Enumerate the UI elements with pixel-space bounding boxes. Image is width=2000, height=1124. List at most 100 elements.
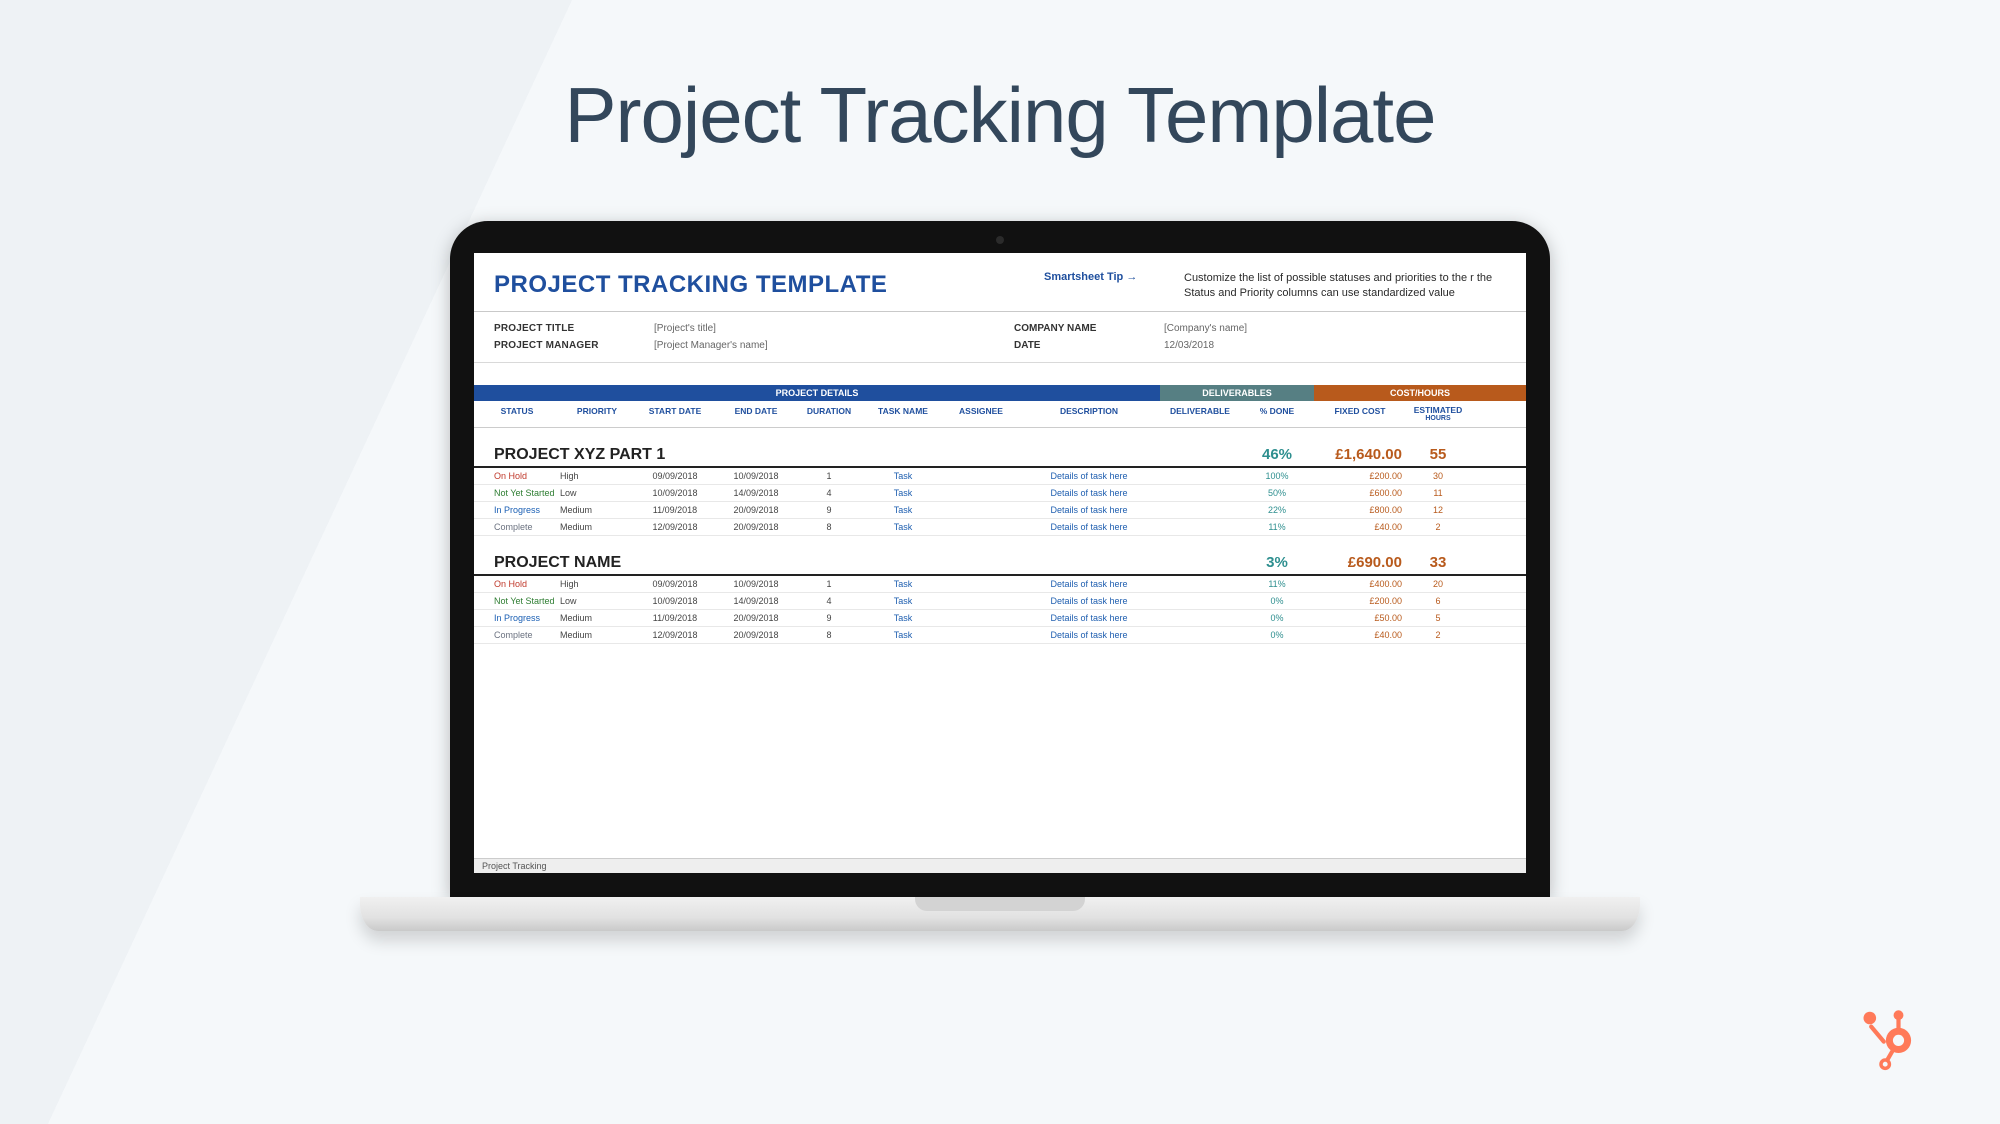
cell-done[interactable]: 0%: [1240, 596, 1314, 606]
cell-status[interactable]: On Hold: [474, 579, 560, 589]
cell-priority[interactable]: Medium: [560, 613, 634, 623]
cell-status[interactable]: Complete: [474, 630, 560, 640]
cell-end[interactable]: 10/09/2018: [716, 471, 796, 481]
cell-duration[interactable]: 1: [796, 471, 862, 481]
cell-done[interactable]: 11%: [1240, 579, 1314, 589]
cell-desc[interactable]: Details of task here: [1018, 505, 1160, 515]
cell-start[interactable]: 11/09/2018: [634, 505, 716, 515]
cell-task[interactable]: Task: [862, 471, 944, 481]
cell-end[interactable]: 20/09/2018: [716, 630, 796, 640]
table-row[interactable]: Not Yet StartedLow10/09/201814/09/20184T…: [474, 593, 1526, 610]
cell-start[interactable]: 12/09/2018: [634, 522, 716, 532]
table-row[interactable]: In ProgressMedium11/09/201820/09/20189Ta…: [474, 610, 1526, 627]
cell-status[interactable]: Not Yet Started: [474, 488, 560, 498]
cell-priority[interactable]: High: [560, 579, 634, 589]
cell-deliverable[interactable]: [1160, 613, 1240, 623]
cell-duration[interactable]: 9: [796, 505, 862, 515]
cell-hours[interactable]: 11: [1406, 488, 1470, 498]
cell-done[interactable]: 0%: [1240, 613, 1314, 623]
cell-priority[interactable]: Medium: [560, 505, 634, 515]
cell-deliverable[interactable]: [1160, 579, 1240, 589]
table-row[interactable]: On HoldHigh09/09/201810/09/20181TaskDeta…: [474, 576, 1526, 593]
cell-status[interactable]: Not Yet Started: [474, 596, 560, 606]
cell-assignee[interactable]: [944, 522, 1018, 532]
cell-task[interactable]: Task: [862, 488, 944, 498]
cell-start[interactable]: 09/09/2018: [634, 471, 716, 481]
cell-priority[interactable]: Medium: [560, 522, 634, 532]
cell-desc[interactable]: Details of task here: [1018, 522, 1160, 532]
cell-fixed[interactable]: £600.00: [1314, 488, 1406, 498]
cell-task[interactable]: Task: [862, 579, 944, 589]
cell-fixed[interactable]: £200.00: [1314, 596, 1406, 606]
cell-hours[interactable]: 20: [1406, 579, 1470, 589]
cell-duration[interactable]: 4: [796, 488, 862, 498]
cell-done[interactable]: 100%: [1240, 471, 1314, 481]
table-row[interactable]: CompleteMedium12/09/201820/09/20188TaskD…: [474, 627, 1526, 644]
cell-fixed[interactable]: £200.00: [1314, 471, 1406, 481]
cell-task[interactable]: Task: [862, 596, 944, 606]
cell-fixed[interactable]: £50.00: [1314, 613, 1406, 623]
cell-priority[interactable]: Medium: [560, 630, 634, 640]
cell-desc[interactable]: Details of task here: [1018, 613, 1160, 623]
cell-deliverable[interactable]: [1160, 522, 1240, 532]
cell-task[interactable]: Task: [862, 522, 944, 532]
cell-duration[interactable]: 1: [796, 579, 862, 589]
cell-done[interactable]: 11%: [1240, 522, 1314, 532]
cell-assignee[interactable]: [944, 505, 1018, 515]
cell-assignee[interactable]: [944, 488, 1018, 498]
table-row[interactable]: On HoldHigh09/09/201810/09/20181TaskDeta…: [474, 468, 1526, 485]
cell-assignee[interactable]: [944, 471, 1018, 481]
cell-duration[interactable]: 8: [796, 522, 862, 532]
cell-hours[interactable]: 6: [1406, 596, 1470, 606]
cell-hours[interactable]: 12: [1406, 505, 1470, 515]
cell-start[interactable]: 11/09/2018: [634, 613, 716, 623]
cell-hours[interactable]: 2: [1406, 522, 1470, 532]
cell-end[interactable]: 14/09/2018: [716, 596, 796, 606]
meta-project-title-value[interactable]: [Project's title]: [654, 323, 1014, 334]
cell-deliverable[interactable]: [1160, 488, 1240, 498]
table-row[interactable]: In ProgressMedium11/09/201820/09/20189Ta…: [474, 502, 1526, 519]
cell-hours[interactable]: 30: [1406, 471, 1470, 481]
cell-start[interactable]: 10/09/2018: [634, 596, 716, 606]
cell-assignee[interactable]: [944, 630, 1018, 640]
table-row[interactable]: CompleteMedium12/09/201820/09/20188TaskD…: [474, 519, 1526, 536]
cell-done[interactable]: 0%: [1240, 630, 1314, 640]
cell-fixed[interactable]: £400.00: [1314, 579, 1406, 589]
cell-desc[interactable]: Details of task here: [1018, 630, 1160, 640]
cell-deliverable[interactable]: [1160, 505, 1240, 515]
cell-desc[interactable]: Details of task here: [1018, 471, 1160, 481]
cell-task[interactable]: Task: [862, 613, 944, 623]
cell-fixed[interactable]: £40.00: [1314, 630, 1406, 640]
cell-end[interactable]: 14/09/2018: [716, 488, 796, 498]
cell-fixed[interactable]: £40.00: [1314, 522, 1406, 532]
cell-duration[interactable]: 8: [796, 630, 862, 640]
cell-assignee[interactable]: [944, 579, 1018, 589]
sheet-tab[interactable]: Project Tracking: [474, 858, 1526, 873]
table-row[interactable]: Not Yet StartedLow10/09/201814/09/20184T…: [474, 485, 1526, 502]
cell-fixed[interactable]: £800.00: [1314, 505, 1406, 515]
cell-end[interactable]: 20/09/2018: [716, 522, 796, 532]
cell-end[interactable]: 20/09/2018: [716, 613, 796, 623]
cell-status[interactable]: On Hold: [474, 471, 560, 481]
cell-done[interactable]: 22%: [1240, 505, 1314, 515]
cell-priority[interactable]: Low: [560, 596, 634, 606]
meta-pm-value[interactable]: [Project Manager's name]: [654, 340, 1014, 351]
cell-deliverable[interactable]: [1160, 630, 1240, 640]
cell-deliverable[interactable]: [1160, 596, 1240, 606]
cell-status[interactable]: In Progress: [474, 505, 560, 515]
cell-desc[interactable]: Details of task here: [1018, 488, 1160, 498]
cell-priority[interactable]: Low: [560, 488, 634, 498]
meta-date-value[interactable]: 12/03/2018: [1164, 340, 1214, 351]
cell-desc[interactable]: Details of task here: [1018, 596, 1160, 606]
cell-duration[interactable]: 9: [796, 613, 862, 623]
cell-end[interactable]: 10/09/2018: [716, 579, 796, 589]
cell-end[interactable]: 20/09/2018: [716, 505, 796, 515]
cell-hours[interactable]: 5: [1406, 613, 1470, 623]
cell-assignee[interactable]: [944, 596, 1018, 606]
cell-task[interactable]: Task: [862, 630, 944, 640]
meta-company-value[interactable]: [Company's name]: [1164, 323, 1247, 334]
cell-deliverable[interactable]: [1160, 471, 1240, 481]
cell-start[interactable]: 10/09/2018: [634, 488, 716, 498]
cell-status[interactable]: In Progress: [474, 613, 560, 623]
cell-done[interactable]: 50%: [1240, 488, 1314, 498]
